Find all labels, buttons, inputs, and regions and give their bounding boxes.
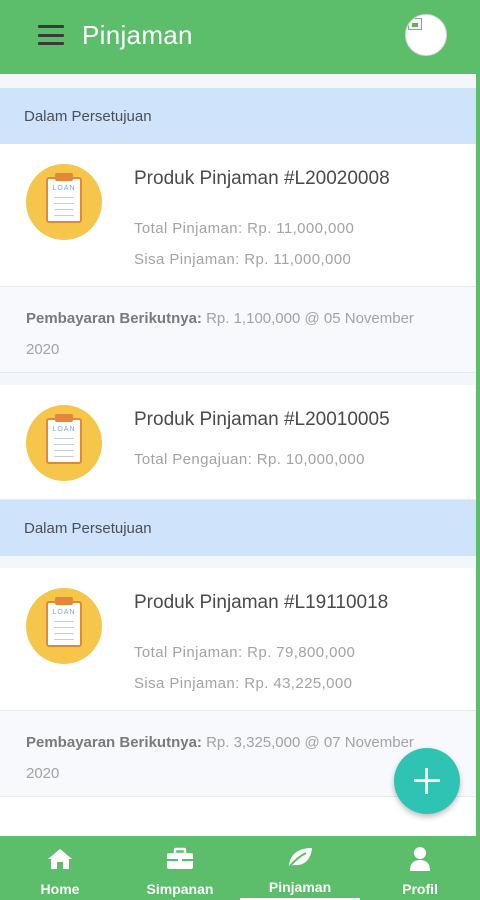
nav-label: Profil	[402, 881, 438, 897]
section-header: Dalam Persetujuan	[0, 500, 476, 556]
list-spacer	[0, 74, 476, 88]
nav-item-pinjaman[interactable]: Pinjaman	[240, 836, 360, 900]
loan-application-total: Total Pengajuan: Rp. 10,000,000	[134, 451, 365, 468]
section-header: Dalam Persetujuan	[0, 88, 476, 144]
bottom-navigation: Home Simpanan Pinjaman Profil	[0, 836, 480, 900]
loan-document-icon: LOAN	[26, 164, 102, 240]
leaf-icon	[286, 843, 314, 871]
nav-item-simpanan[interactable]: Simpanan	[120, 836, 240, 900]
hamburger-menu-icon[interactable]	[38, 25, 64, 45]
card-separator	[0, 373, 476, 385]
loan-document-icon: LOAN	[26, 588, 102, 664]
loan-title: Produk Pinjaman #L19110018	[134, 592, 389, 613]
loan-total: Total Pinjaman: Rp. 79,800,000	[134, 644, 356, 661]
person-icon	[409, 845, 431, 873]
loan-card[interactable]: LOAN Produk Pinjaman #L20010005 Total Pe…	[0, 385, 476, 500]
nav-item-home[interactable]: Home	[0, 836, 120, 900]
loan-total: Total Pinjaman: Rp. 11,000,000	[134, 220, 355, 237]
page-title: Pinjaman	[82, 20, 193, 50]
nav-label: Pinjaman	[268, 879, 332, 895]
nav-label: Simpanan	[146, 881, 214, 897]
next-payment: Pembayaran Berikutnya: Rp. 1,100,000 @ 0…	[0, 286, 476, 372]
loan-list[interactable]: Dalam Persetujuan LOAN Produk Pinjaman #…	[0, 74, 480, 836]
loan-remaining: Sisa Pinjaman: Rp. 11,000,000	[134, 251, 352, 268]
nav-label: Home	[40, 881, 80, 897]
app-bar: Pinjaman	[0, 0, 480, 74]
nav-item-profil[interactable]: Profil	[360, 836, 480, 900]
broken-image-icon	[408, 18, 422, 30]
avatar[interactable]	[405, 14, 447, 56]
add-loan-button[interactable]	[394, 748, 460, 814]
next-payment-label: Pembayaran Berikutnya:	[26, 310, 202, 327]
card-separator	[0, 556, 476, 568]
loan-document-icon: LOAN	[26, 405, 102, 481]
loan-remaining: Sisa Pinjaman: Rp. 43,225,000	[134, 675, 353, 692]
briefcase-icon	[166, 845, 194, 873]
loan-title: Produk Pinjaman #L20010005	[134, 409, 390, 430]
loan-title: Produk Pinjaman #L20020008	[134, 168, 390, 189]
next-payment-label: Pembayaran Berikutnya:	[26, 734, 202, 751]
loan-card[interactable]: LOAN Produk Pinjaman #L20020008 Total Pi…	[0, 144, 476, 373]
home-icon	[47, 845, 73, 873]
